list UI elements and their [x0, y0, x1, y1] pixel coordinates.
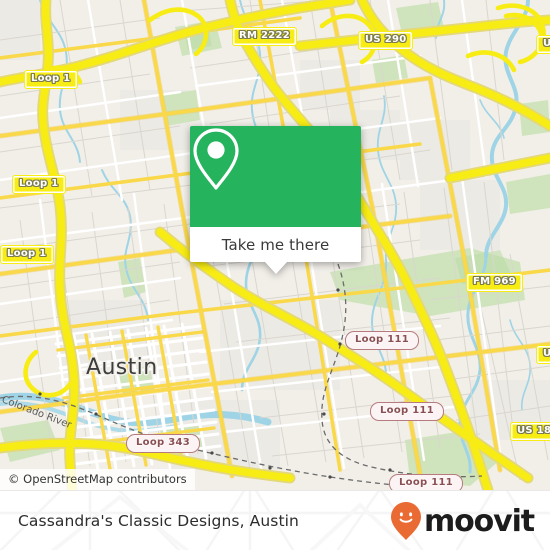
road-shield-loop-111-n[interactable]: Loop 111	[345, 331, 420, 350]
road-shield-us-183[interactable]: US 183	[510, 422, 550, 441]
page-title: Cassandra's Classic Designs, Austin	[18, 512, 299, 530]
moovit-brand[interactable]: moovit	[389, 501, 535, 541]
road-shield-us-ne[interactable]: US	[536, 35, 550, 54]
location-pin-icon	[193, 128, 239, 190]
popup-action-bar[interactable]: Take me there	[190, 227, 361, 274]
moovit-wordmark: moovit	[423, 503, 535, 539]
map-result-page: Austin Colorado River Loop 1 RM 2222 US …	[0, 0, 550, 550]
footer-bar: Cassandra's Classic Designs, Austin moov…	[0, 490, 550, 550]
road-shield-loop-111-s[interactable]: Loop 111	[389, 474, 464, 490]
road-shield-us-e[interactable]: US	[536, 345, 550, 364]
road-shield-us-290[interactable]: US 290	[358, 31, 414, 50]
road-shield-loop-1-w[interactable]: Loop 1	[12, 175, 66, 194]
road-shield-loop-111-m[interactable]: Loop 111	[370, 402, 445, 421]
road-shield-loop-1-nw[interactable]: Loop 1	[24, 70, 78, 89]
map-canvas[interactable]: Austin Colorado River Loop 1 RM 2222 US …	[0, 0, 550, 490]
osm-attribution[interactable]: © OpenStreetMap contributors	[0, 469, 195, 490]
popup-tail	[264, 262, 287, 274]
popup-image-area	[190, 126, 361, 227]
place-label-austin: Austin	[86, 355, 158, 380]
road-shield-rm-2222[interactable]: RM 2222	[232, 27, 298, 46]
take-me-there-label: Take me there	[221, 235, 330, 254]
road-shield-loop-1-sw[interactable]: Loop 1	[0, 245, 54, 264]
moovit-smiley-pin-icon	[390, 502, 421, 540]
road-shield-fm-969[interactable]: FM 969	[466, 273, 523, 292]
map-result-popup[interactable]: Take me there	[190, 126, 361, 274]
road-shield-loop-343[interactable]: Loop 343	[126, 434, 201, 453]
